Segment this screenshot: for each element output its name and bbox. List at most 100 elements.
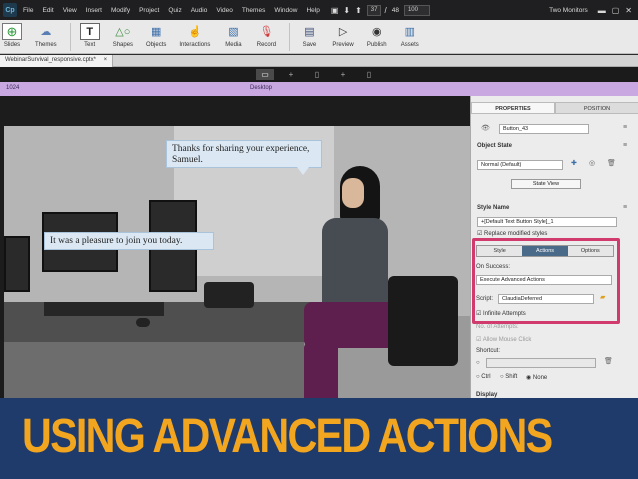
replace-styles-checkbox[interactable]: ☑ Replace modified styles bbox=[477, 230, 547, 237]
menu-project[interactable]: Project bbox=[139, 7, 159, 14]
menu-themes[interactable]: Themes bbox=[242, 7, 265, 14]
publish-button[interactable]: ◉ Publish bbox=[367, 20, 387, 48]
menu-view[interactable]: View bbox=[63, 7, 77, 14]
slash-separator: / bbox=[384, 5, 387, 15]
menu-edit[interactable]: Edit bbox=[42, 7, 53, 14]
ruler-width-label: 1024 bbox=[6, 85, 20, 91]
tab-position[interactable]: POSITION bbox=[555, 102, 638, 114]
menu-audio[interactable]: Audio bbox=[191, 7, 208, 14]
style-select[interactable]: +[Default Text Button Style]_1 bbox=[477, 217, 617, 227]
toolbar-separator bbox=[289, 23, 291, 51]
panel-menu-icon[interactable]: ≡ bbox=[623, 124, 627, 131]
menu-help[interactable]: Help bbox=[306, 7, 319, 14]
menu-modify[interactable]: Modify bbox=[111, 7, 130, 14]
close-tab-icon[interactable]: × bbox=[104, 57, 108, 63]
save-button[interactable]: ▤ Save bbox=[299, 20, 319, 48]
replace-styles-label: Replace modified styles bbox=[484, 231, 548, 237]
allow-mouse-click-label: Allow Mouse Click bbox=[482, 337, 532, 343]
shortcut-field[interactable] bbox=[486, 358, 596, 368]
side-monitor bbox=[4, 236, 30, 292]
breakpoint-ruler[interactable]: 1024 Desktop bbox=[0, 82, 638, 96]
shapes-label: Shapes bbox=[112, 42, 134, 48]
shortcut-label: Shortcut: bbox=[476, 348, 501, 354]
state-view-button[interactable]: State View bbox=[511, 179, 581, 189]
menu-quiz[interactable]: Quiz bbox=[168, 7, 181, 14]
captivate-screenshot: Cp File Edit View Insert Modify Project … bbox=[0, 0, 638, 479]
up-arrow-icon[interactable]: ⬆ bbox=[355, 6, 362, 15]
shapes-button[interactable]: △○ Shapes bbox=[113, 20, 133, 48]
shapes-icon: △○ bbox=[115, 26, 131, 38]
modifier-shift-radio[interactable]: ○ Shift bbox=[500, 374, 517, 380]
media-button[interactable]: ▧ Media bbox=[223, 20, 243, 48]
layout-icon[interactable]: ▣ bbox=[331, 6, 339, 15]
desk-phone bbox=[204, 282, 254, 308]
delete-state-icon[interactable]: 🗑 bbox=[607, 159, 616, 167]
object-state-label: Object State bbox=[477, 143, 513, 149]
record-label: Record bbox=[256, 42, 277, 48]
subtab-actions[interactable]: Actions bbox=[522, 246, 568, 256]
menu-video[interactable]: Video bbox=[216, 7, 233, 14]
save-label: Save bbox=[302, 42, 317, 48]
bubble-tail bbox=[297, 167, 309, 175]
slide-nav: ▣ ⬇ ⬆ 37 / 48 100 bbox=[331, 4, 433, 16]
slide-photo: Thanks for sharing your experience, Samu… bbox=[4, 126, 470, 436]
publish-label: Publish bbox=[366, 42, 387, 48]
themes-button[interactable]: ☁ Themes bbox=[35, 20, 57, 48]
media-label: Media bbox=[225, 42, 242, 48]
assets-button[interactable]: ▥ Assets bbox=[400, 20, 420, 48]
subtab-options[interactable]: Options bbox=[567, 246, 613, 256]
tab-properties[interactable]: PROPERTIES bbox=[471, 102, 555, 114]
keyboard bbox=[44, 302, 164, 316]
record-button[interactable]: 🎙 Record bbox=[256, 20, 276, 48]
add-breakpoint-icon[interactable]: + bbox=[334, 69, 352, 80]
woman-torso bbox=[322, 218, 388, 314]
maximize-icon[interactable]: ▢ bbox=[612, 6, 620, 15]
menu-file[interactable]: File bbox=[23, 7, 33, 14]
slides-button[interactable]: ⊕ Slides bbox=[2, 20, 22, 48]
text-button[interactable]: T Text bbox=[79, 20, 100, 48]
preview-button[interactable]: ▷ Preview bbox=[332, 20, 353, 48]
state-menu-icon[interactable]: ≡ bbox=[623, 142, 627, 149]
eye-icon[interactable]: 👁 bbox=[481, 124, 490, 132]
speech-bubble-pleasure[interactable]: It was a pleasure to join you today. bbox=[44, 232, 214, 250]
object-name-field[interactable]: Button_43 bbox=[499, 124, 589, 134]
infinite-attempts-checkbox[interactable]: ☑ Infinite Attempts bbox=[476, 310, 526, 317]
current-slide-field[interactable]: 37 bbox=[366, 4, 382, 16]
menu-insert[interactable]: Insert bbox=[86, 7, 102, 14]
add-state-icon[interactable]: ✚ bbox=[571, 159, 577, 167]
style-name-label: Style Name bbox=[477, 205, 510, 211]
desktop-device-icon[interactable]: ▭ bbox=[256, 69, 274, 80]
total-slides: 48 bbox=[391, 6, 399, 14]
speech-bubble-samuel[interactable]: Thanks for sharing your experience, Samu… bbox=[166, 140, 322, 175]
minimize-icon[interactable]: ▬ bbox=[598, 6, 606, 15]
menu-window[interactable]: Window bbox=[274, 7, 297, 14]
state-select[interactable]: Normal (Default) bbox=[477, 160, 563, 170]
allow-mouse-click-checkbox[interactable]: ☑ Allow Mouse Click bbox=[476, 336, 531, 343]
shortcut-radio[interactable]: ○ bbox=[476, 360, 480, 366]
style-menu-icon[interactable]: ≡ bbox=[623, 204, 627, 211]
script-select[interactable]: ClaudiaDeferred bbox=[498, 294, 594, 304]
save-icon: ▤ bbox=[304, 26, 315, 38]
objects-button[interactable]: ▦ Objects bbox=[146, 20, 166, 48]
close-icon[interactable]: ✕ bbox=[625, 6, 632, 15]
microphone-icon: 🎙 bbox=[259, 26, 274, 38]
preview-icon: ▷ bbox=[338, 26, 348, 38]
on-success-select[interactable]: Execute Advanced Actions bbox=[476, 275, 612, 285]
zoom-field[interactable]: 100 bbox=[403, 4, 430, 16]
workspace-switcher[interactable]: Two Monitors bbox=[549, 7, 588, 14]
add-breakpoint-icon[interactable]: + bbox=[282, 69, 300, 80]
state-option-icon[interactable]: ◎ bbox=[589, 159, 595, 167]
tablet-device-icon[interactable]: ▯ bbox=[308, 69, 326, 80]
down-arrow-icon[interactable]: ⬇ bbox=[343, 6, 350, 15]
clear-shortcut-icon[interactable]: 🗑 bbox=[604, 357, 613, 365]
modifier-ctrl-radio[interactable]: ○ Ctrl bbox=[476, 374, 491, 380]
modifier-none-radio[interactable]: ◉ None bbox=[526, 374, 547, 381]
mobile-device-icon[interactable]: ▯ bbox=[360, 69, 378, 80]
banner-title: USING ADVANCED ACTIONS bbox=[22, 410, 553, 463]
add-slide-icon: ⊕ bbox=[2, 23, 22, 40]
document-tab[interactable]: WebinarSurvival_responsive.cptx* × bbox=[0, 55, 114, 67]
media-icon: ▧ bbox=[228, 26, 239, 38]
folder-icon[interactable]: ▰ bbox=[600, 293, 605, 301]
interactions-button[interactable]: ☝ Interactions bbox=[179, 20, 210, 48]
subtab-style[interactable]: Style bbox=[477, 246, 523, 256]
